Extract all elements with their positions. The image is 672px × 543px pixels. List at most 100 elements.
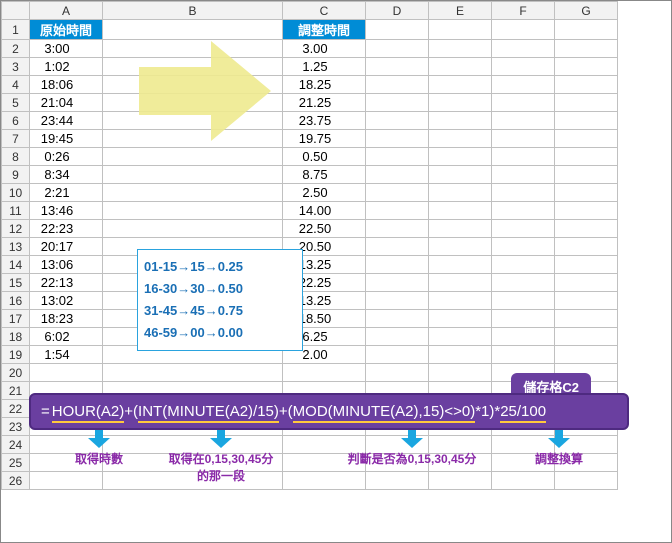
cell[interactable] bbox=[492, 292, 555, 310]
row-header[interactable]: 24 bbox=[2, 436, 30, 454]
col-header-E[interactable]: E bbox=[429, 2, 492, 20]
col-header-F[interactable]: F bbox=[492, 2, 555, 20]
row-header[interactable]: 3 bbox=[2, 58, 30, 76]
cell[interactable] bbox=[366, 328, 429, 346]
cell[interactable] bbox=[429, 112, 492, 130]
cell[interactable] bbox=[429, 274, 492, 292]
col-header-A[interactable]: A bbox=[30, 2, 103, 20]
cell-original-time[interactable]: 21:04 bbox=[30, 94, 103, 112]
cell[interactable] bbox=[555, 112, 618, 130]
row-header[interactable]: 22 bbox=[2, 400, 30, 418]
cell[interactable] bbox=[366, 58, 429, 76]
cell-original-time[interactable]: 3:00 bbox=[30, 40, 103, 58]
cell[interactable] bbox=[555, 148, 618, 166]
cell[interactable] bbox=[429, 292, 492, 310]
cell[interactable] bbox=[555, 184, 618, 202]
cell[interactable] bbox=[555, 328, 618, 346]
cell-adjusted-time[interactable]: 18.25 bbox=[283, 76, 366, 94]
header-adjusted-time[interactable]: 調整時間 bbox=[283, 20, 366, 40]
cell[interactable] bbox=[366, 94, 429, 112]
row-header[interactable]: 2 bbox=[2, 40, 30, 58]
cell-original-time[interactable]: 13:06 bbox=[30, 256, 103, 274]
cell-original-time[interactable]: 18:06 bbox=[30, 76, 103, 94]
col-header-C[interactable]: C bbox=[283, 2, 366, 20]
cell[interactable] bbox=[492, 148, 555, 166]
cell[interactable] bbox=[429, 76, 492, 94]
cell-adjusted-time[interactable]: 0.50 bbox=[283, 148, 366, 166]
cell[interactable] bbox=[366, 166, 429, 184]
cell[interactable] bbox=[429, 346, 492, 364]
col-header-G[interactable]: G bbox=[555, 2, 618, 20]
cell[interactable] bbox=[103, 40, 283, 58]
cell[interactable] bbox=[492, 94, 555, 112]
row-header[interactable]: 11 bbox=[2, 202, 30, 220]
cell[interactable] bbox=[555, 220, 618, 238]
cell-adjusted-time[interactable]: 22.50 bbox=[283, 220, 366, 238]
row-header[interactable]: 18 bbox=[2, 328, 30, 346]
cell[interactable] bbox=[366, 112, 429, 130]
cell[interactable] bbox=[492, 20, 555, 40]
row-header[interactable]: 1 bbox=[2, 20, 30, 40]
row-header[interactable]: 20 bbox=[2, 364, 30, 382]
cell[interactable] bbox=[366, 220, 429, 238]
row-header[interactable]: 8 bbox=[2, 148, 30, 166]
cell[interactable] bbox=[492, 166, 555, 184]
cell[interactable] bbox=[366, 310, 429, 328]
cell-adjusted-time[interactable]: 19.75 bbox=[283, 130, 366, 148]
row-header[interactable]: 13 bbox=[2, 238, 30, 256]
row-header[interactable]: 17 bbox=[2, 310, 30, 328]
cell[interactable] bbox=[492, 220, 555, 238]
cell[interactable] bbox=[492, 328, 555, 346]
cell[interactable] bbox=[555, 346, 618, 364]
cell[interactable] bbox=[555, 238, 618, 256]
cell[interactable] bbox=[429, 20, 492, 40]
cell[interactable] bbox=[103, 184, 283, 202]
cell[interactable] bbox=[429, 328, 492, 346]
row-header[interactable]: 10 bbox=[2, 184, 30, 202]
row-header[interactable]: 21 bbox=[2, 382, 30, 400]
row-header[interactable]: 12 bbox=[2, 220, 30, 238]
cell[interactable] bbox=[492, 76, 555, 94]
row-header[interactable]: 7 bbox=[2, 130, 30, 148]
cell[interactable] bbox=[429, 166, 492, 184]
cell[interactable] bbox=[492, 310, 555, 328]
header-original-time[interactable]: 原始時間 bbox=[30, 20, 103, 40]
cell[interactable] bbox=[366, 202, 429, 220]
cell[interactable] bbox=[103, 20, 283, 40]
cell[interactable] bbox=[555, 292, 618, 310]
cell[interactable] bbox=[555, 20, 618, 40]
cell-original-time[interactable]: 20:17 bbox=[30, 238, 103, 256]
row-header[interactable]: 6 bbox=[2, 112, 30, 130]
cell[interactable] bbox=[555, 166, 618, 184]
cell[interactable] bbox=[429, 310, 492, 328]
cell[interactable] bbox=[366, 292, 429, 310]
cell-adjusted-time[interactable]: 21.25 bbox=[283, 94, 366, 112]
cell[interactable] bbox=[555, 40, 618, 58]
cell[interactable] bbox=[492, 238, 555, 256]
cell[interactable] bbox=[555, 76, 618, 94]
cell[interactable] bbox=[366, 274, 429, 292]
cell-original-time[interactable]: 22:23 bbox=[30, 220, 103, 238]
cell[interactable] bbox=[492, 256, 555, 274]
cell-original-time[interactable]: 13:02 bbox=[30, 292, 103, 310]
cell[interactable] bbox=[103, 148, 283, 166]
cell-original-time[interactable]: 1:54 bbox=[30, 346, 103, 364]
cell[interactable] bbox=[492, 40, 555, 58]
cell-adjusted-time[interactable]: 1.25 bbox=[283, 58, 366, 76]
cell[interactable] bbox=[492, 202, 555, 220]
cell-original-time[interactable]: 19:45 bbox=[30, 130, 103, 148]
cell[interactable] bbox=[366, 184, 429, 202]
cell-adjusted-time[interactable]: 14.00 bbox=[283, 202, 366, 220]
row-header[interactable]: 9 bbox=[2, 166, 30, 184]
cell-adjusted-time[interactable]: 8.75 bbox=[283, 166, 366, 184]
cell[interactable] bbox=[492, 346, 555, 364]
cell[interactable] bbox=[555, 94, 618, 112]
cell-adjusted-time[interactable]: 3.00 bbox=[283, 40, 366, 58]
row-header[interactable]: 25 bbox=[2, 454, 30, 472]
cell[interactable] bbox=[429, 238, 492, 256]
cell[interactable] bbox=[429, 256, 492, 274]
cell[interactable] bbox=[366, 76, 429, 94]
row-header[interactable]: 19 bbox=[2, 346, 30, 364]
cell[interactable] bbox=[366, 256, 429, 274]
cell[interactable] bbox=[555, 256, 618, 274]
